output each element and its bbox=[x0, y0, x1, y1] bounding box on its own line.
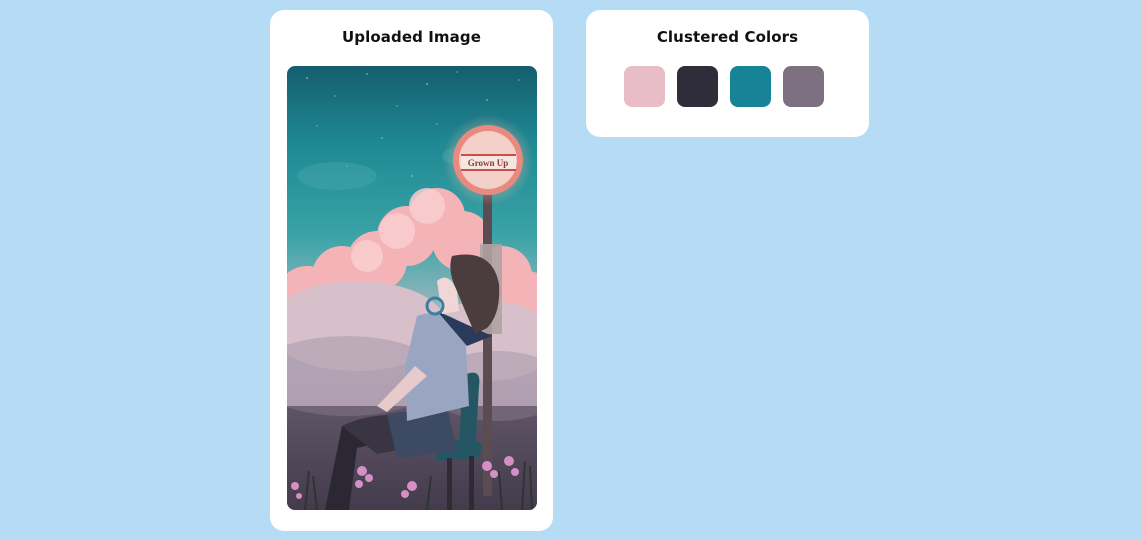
uploaded-image-card: Uploaded Image Grown Up bbox=[270, 10, 553, 531]
uploaded-image-title: Uploaded Image bbox=[342, 28, 481, 46]
color-swatch[interactable] bbox=[624, 66, 665, 107]
color-swatch[interactable] bbox=[730, 66, 771, 107]
sign-text: Grown Up bbox=[468, 158, 509, 168]
color-swatch[interactable] bbox=[677, 66, 718, 107]
color-swatch[interactable] bbox=[783, 66, 824, 107]
uploaded-image: Grown Up bbox=[287, 66, 537, 510]
clustered-colors-title: Clustered Colors bbox=[656, 28, 799, 46]
clustered-colors-card: Clustered Colors bbox=[586, 10, 869, 137]
color-swatch-row bbox=[624, 66, 824, 107]
